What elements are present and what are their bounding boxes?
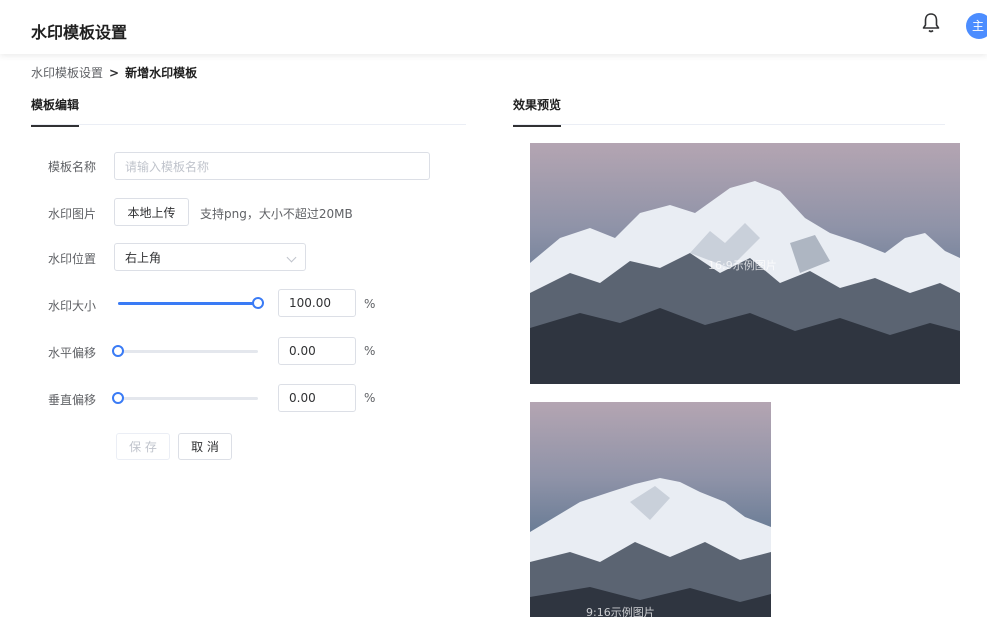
app-title: 水印模板设置 bbox=[31, 23, 128, 42]
breadcrumb-parent[interactable]: 水印模板设置 bbox=[31, 66, 103, 80]
watermark-position-select[interactable]: 右上角 bbox=[114, 243, 306, 271]
horizontal-offset-slider-handle[interactable] bbox=[112, 345, 124, 357]
chevron-down-icon bbox=[286, 252, 297, 263]
horizontal-offset-label: 水平偏移 bbox=[48, 346, 97, 360]
watermark-position-value: 右上角 bbox=[125, 250, 162, 265]
editor-divider bbox=[31, 124, 466, 125]
watermark-image-label: 水印图片 bbox=[48, 207, 97, 221]
watermark-size-unit: % bbox=[364, 297, 376, 311]
app-header: 水印模板设置 主 bbox=[0, 0, 987, 54]
cancel-button[interactable]: 取 消 bbox=[178, 433, 232, 460]
avatar[interactable]: 主 bbox=[966, 13, 987, 39]
watermark-sample-label-9-16: 9:16示例图片 bbox=[586, 606, 655, 617]
breadcrumb-separator: > bbox=[109, 66, 120, 80]
local-upload-button[interactable]: 本地上传 bbox=[114, 198, 189, 226]
vertical-offset-slider-handle[interactable] bbox=[112, 392, 124, 404]
template-name-label: 模板名称 bbox=[48, 160, 97, 174]
horizontal-offset-input[interactable]: 0.00 bbox=[278, 337, 356, 365]
mountain-image-portrait bbox=[530, 478, 771, 617]
horizontal-offset-unit: % bbox=[364, 344, 376, 358]
watermark-sample-label-16-9: 16:9示例图片 bbox=[708, 259, 777, 272]
horizontal-offset-slider[interactable] bbox=[112, 345, 258, 357]
tab-effect-preview[interactable]: 效果预览 bbox=[513, 96, 562, 127]
watermark-size-slider-fill bbox=[118, 302, 258, 305]
watermark-position-label: 水印位置 bbox=[48, 252, 97, 266]
vertical-offset-input[interactable]: 0.00 bbox=[278, 384, 356, 412]
breadcrumb: 水印模板设置 > 新增水印模板 bbox=[31, 64, 197, 81]
save-button[interactable]: 保 存 bbox=[116, 433, 170, 460]
watermark-size-slider-handle[interactable] bbox=[252, 297, 264, 309]
preview-divider bbox=[513, 124, 945, 125]
watermark-size-slider[interactable] bbox=[118, 297, 264, 309]
breadcrumb-current: 新增水印模板 bbox=[125, 66, 198, 80]
vertical-offset-label: 垂直偏移 bbox=[48, 393, 97, 407]
tab-template-edit[interactable]: 模板编辑 bbox=[31, 96, 80, 127]
watermark-size-input[interactable]: 100.00 bbox=[278, 289, 356, 317]
preview-image-9-16: 9:16示例图片 bbox=[530, 402, 771, 617]
upload-hint: 支持png，大小不超过20MB bbox=[200, 207, 353, 221]
template-name-input[interactable]: 请输入模板名称 bbox=[114, 152, 430, 180]
preview-image-16-9: 16:9示例图片 bbox=[530, 143, 960, 384]
watermark-size-label: 水印大小 bbox=[48, 299, 97, 313]
vertical-offset-unit: % bbox=[364, 391, 376, 405]
bell-icon[interactable] bbox=[921, 12, 941, 34]
vertical-offset-slider[interactable] bbox=[112, 392, 258, 404]
